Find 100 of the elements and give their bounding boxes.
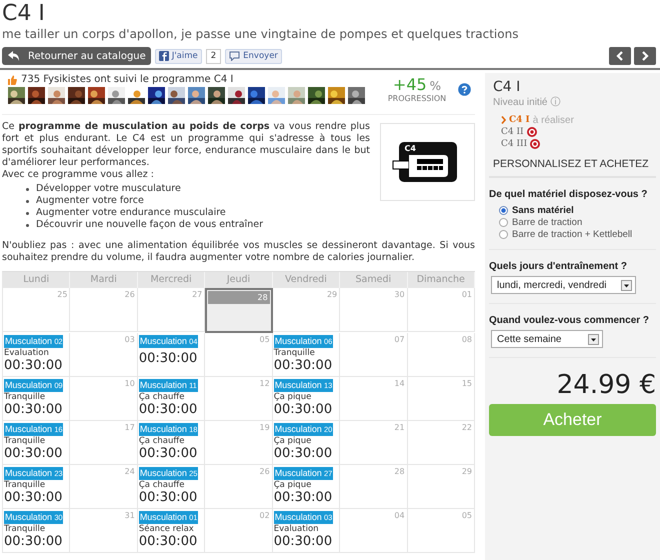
day-cell[interactable]: 10 (70, 377, 138, 421)
question-label: Quand voulez-vous commencer ? (489, 315, 650, 326)
day-number: 29 (326, 290, 338, 299)
day-cell[interactable]: 14 (340, 377, 408, 421)
previous-button[interactable] (609, 47, 631, 65)
duration-text: 00:30:00 (274, 446, 334, 461)
day-cell[interactable]: 28 (340, 465, 408, 509)
chevron-icon (501, 116, 506, 124)
duration-text: 00:30:00 (138, 490, 198, 505)
day-number: 03 (124, 335, 136, 344)
day-number: 22 (460, 423, 473, 432)
day-number: 02 (258, 511, 271, 520)
option-label: Barre de traction (512, 216, 582, 228)
day-cell[interactable]: 01 (408, 288, 475, 332)
day-number: 26 (258, 467, 271, 476)
weekday-header: Jeudi (205, 272, 273, 288)
intensity-label: Tranquille (4, 436, 46, 446)
program-title: C4 I (492, 79, 522, 95)
day-cell[interactable]: 30 (340, 288, 408, 332)
level-text: Niveau initié ⓘ (492, 96, 562, 109)
advice-text: N'oubliez pas : avec une alimentation équilibrée vos muscles se dessineront davantage. Si vous souhaitez prendre du volume, il faudra augmenter votre nombre de calories journalier. (2, 240, 475, 264)
day-cell[interactable]: 12 (205, 377, 273, 421)
day-cell[interactable]: 02 (205, 509, 273, 553)
day-cell[interactable]: 05 (205, 333, 273, 377)
day-cell[interactable]: 29 (272, 288, 340, 332)
day-cell[interactable]: 26 (70, 288, 138, 332)
day-cell[interactable]: 25 (3, 288, 70, 332)
day-cell[interactable]: 29 (408, 465, 475, 509)
benefit-text: Augmenter votre force (36, 195, 144, 207)
intensity-label: Ça chauffe (138, 436, 186, 446)
percent-sign: % (430, 79, 442, 93)
bullet-icon (26, 200, 29, 202)
status-text: à réaliser (532, 114, 574, 126)
day-number: 24 (124, 467, 136, 476)
duration-text: 00:30:00 (138, 351, 198, 366)
next-button[interactable] (634, 47, 656, 65)
day-cell[interactable]: 21 (340, 421, 408, 465)
intensity-label: Ça chauffe (138, 480, 186, 490)
duration-text: 00:30:00 (138, 446, 198, 461)
radio-button[interactable] (499, 218, 508, 226)
day-cell[interactable]: 19 (205, 421, 273, 465)
weekday-header: Vendredi (272, 272, 340, 288)
day-number: 25 (56, 290, 68, 299)
duration-text: 00:30:00 (274, 358, 334, 373)
day-cell[interactable]: 22 (408, 421, 475, 465)
day-number: 15 (460, 379, 473, 388)
help-icon[interactable] (458, 83, 471, 96)
day-cell[interactable]: 24 (70, 465, 138, 509)
page-subtitle: me tailler un corps d'apollon, je passe une vingtaine de pompes et quelques tractions (1, 27, 520, 42)
intensity-label: Ça chauffe (138, 392, 186, 402)
like-count: 2 (206, 48, 222, 64)
chevron-left-icon (616, 51, 624, 61)
day-cell[interactable]: 17 (70, 421, 138, 465)
bullet-icon (26, 224, 29, 226)
day-number: 12 (258, 379, 271, 388)
question-label: De quel matériel disposez-vous ? (489, 189, 648, 200)
day-number: 04 (393, 511, 406, 520)
duration-text: 00:30:00 (4, 534, 64, 549)
program-link[interactable]: C4 II (501, 127, 524, 137)
day-cell[interactable]: 26 (205, 465, 273, 509)
send-button[interactable]: Envoyer (225, 48, 282, 64)
duration-text: 00:30:00 (274, 402, 334, 417)
page-title: C4 I (1, 0, 46, 27)
intensity-label: Tranquille (4, 392, 46, 402)
weekday-header: Lundi (3, 272, 70, 288)
back-button[interactable]: Retourner au catalogue (2, 47, 151, 65)
radio-button[interactable] (499, 206, 508, 214)
intensity-label: Tranquille (274, 348, 316, 358)
like-button[interactable]: J'aime (154, 48, 202, 64)
day-cell[interactable]: 28 (205, 288, 273, 333)
day-number: 30 (393, 290, 406, 299)
day-cell[interactable]: 03 (70, 333, 138, 377)
intensity-label: Ça pique (274, 480, 312, 490)
duration-text: 00:30:00 (274, 490, 334, 505)
intensity-label: Séance relax (138, 524, 195, 534)
start-select[interactable]: Cette semaine (491, 330, 603, 348)
duration-text: 00:30:00 (4, 402, 64, 417)
day-number: 26 (124, 290, 136, 299)
day-cell[interactable]: 08 (408, 333, 475, 377)
progress-value: +45 (392, 75, 427, 94)
duration-text: 00:30:00 (138, 402, 198, 417)
day-cell[interactable]: 31 (70, 509, 138, 553)
day-number: 10 (124, 379, 136, 388)
intensity-label: Tranquille (4, 524, 46, 534)
day-cell[interactable]: 07 (340, 333, 408, 377)
program-link[interactable]: C4 III (501, 139, 528, 149)
day-cell[interactable]: 15 (408, 377, 475, 421)
program-link[interactable]: C4 I (509, 115, 530, 125)
radio-button[interactable] (499, 230, 508, 238)
days-select[interactable]: lundi, mercredi, vendredi (491, 276, 636, 294)
day-cell[interactable]: 05 (408, 509, 475, 553)
weekday-header: Samedi (340, 272, 408, 288)
day-cell[interactable]: 04 (340, 509, 408, 553)
day-number: 19 (258, 423, 271, 432)
buy-button[interactable]: Acheter (489, 404, 656, 436)
price-text: 24.99 € (556, 370, 656, 400)
calendar-card-icon (392, 152, 450, 178)
description-lead: Avec ce programme vous allez : (2, 169, 155, 181)
day-number: 05 (258, 335, 271, 344)
weekday-header: Mercredi (138, 272, 206, 288)
